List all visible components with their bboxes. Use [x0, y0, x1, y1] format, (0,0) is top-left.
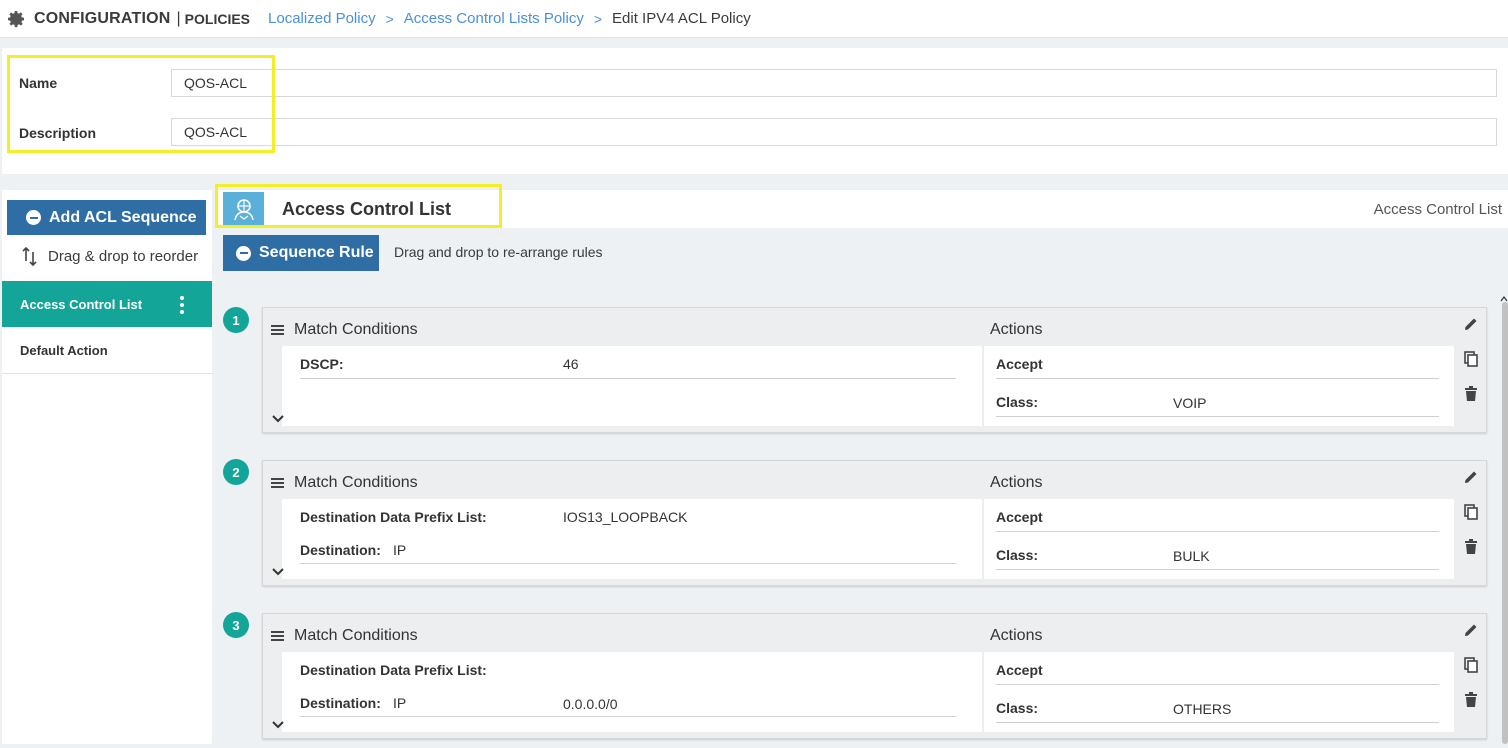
pencil-icon[interactable] — [1462, 315, 1480, 333]
copy-icon[interactable] — [1462, 656, 1480, 674]
actions-title: Actions — [990, 474, 1043, 491]
sidebar-item-label: Access Control List — [20, 296, 143, 312]
breadcrumb-localized-policy[interactable]: Localized Policy — [268, 10, 376, 27]
gear-icon — [6, 9, 26, 29]
sidebar-item-label: Default Action — [20, 343, 108, 358]
condition-type: IP — [393, 542, 407, 558]
rule-card[interactable]: Match Conditions Actions Destination Dat… — [262, 613, 1487, 739]
actions-title: Actions — [990, 321, 1043, 338]
match-conditions-area: Destination Data Prefix List: IOS13_LOOP… — [282, 499, 982, 579]
top-header: CONFIGURATION | POLICIES Localized Polic… — [0, 0, 1508, 38]
description-input[interactable]: QOS-ACL — [171, 118, 1497, 146]
brand-separator: | — [176, 9, 181, 27]
condition-type: IP — [393, 695, 407, 711]
class-label: Class: — [996, 394, 1039, 410]
actions-area: Accept Class: VOIP — [984, 346, 1454, 426]
condition-label: Destination Data Prefix List: — [300, 509, 487, 525]
breadcrumb-arrow: > — [593, 10, 603, 27]
rule-card[interactable]: Match Conditions Actions DSCP: 46 Accept… — [262, 307, 1487, 433]
rearrange-hint: Drag and drop to re-arrange rules — [394, 244, 603, 260]
condition-label: Destination: — [300, 695, 381, 711]
divider — [300, 563, 956, 564]
rule-number-badge: 3 — [223, 612, 249, 638]
chevron-down-icon[interactable] — [271, 414, 285, 424]
action-value: Accept — [996, 662, 1043, 678]
divider — [996, 684, 1439, 685]
acl-right-title: Access Control List — [1373, 201, 1502, 218]
rule-number-badge: 1 — [223, 307, 249, 333]
pencil-icon[interactable] — [1462, 468, 1480, 486]
divider — [996, 416, 1439, 417]
drag-handle-icon[interactable] — [271, 631, 284, 641]
sequence-rule-label: Sequence Rule — [259, 244, 374, 261]
actions-area: Accept Class: OTHERS — [984, 652, 1454, 732]
match-conditions-title: Match Conditions — [294, 321, 418, 338]
class-value: VOIP — [1173, 395, 1207, 411]
breadcrumb-acl-policy[interactable]: Access Control Lists Policy — [404, 10, 584, 27]
sidebar — [2, 190, 212, 744]
class-value: OTHERS — [1173, 701, 1232, 717]
highlight-box — [7, 55, 275, 153]
scrollbar-thumb[interactable] — [1502, 302, 1508, 744]
chevron-down-icon[interactable] — [271, 720, 285, 730]
class-label: Class: — [996, 700, 1039, 716]
copy-icon[interactable] — [1462, 503, 1480, 521]
divider — [996, 722, 1439, 723]
add-circle-icon — [26, 210, 41, 225]
condition-label: Destination: — [300, 542, 381, 558]
match-conditions-area: Destination Data Prefix List: Destinatio… — [282, 652, 982, 732]
divider — [996, 378, 1439, 379]
sequence-rule-button[interactable]: Sequence Rule — [223, 235, 379, 271]
condition-value: 0.0.0.0/0 — [563, 696, 618, 712]
condition-value: IOS13_LOOPBACK — [563, 509, 688, 525]
class-value: BULK — [1173, 548, 1210, 564]
name-input[interactable]: QOS-ACL — [171, 69, 1497, 97]
divider — [996, 531, 1439, 532]
trash-icon[interactable] — [1462, 538, 1480, 556]
copy-icon[interactable] — [1462, 350, 1480, 368]
drag-reorder-label: Drag & drop to reorder — [48, 247, 199, 265]
condition-label: DSCP: — [300, 356, 344, 372]
breadcrumb-current: Edit IPV4 ACL Policy — [612, 10, 751, 27]
sidebar-item-default-action[interactable]: Default Action — [2, 328, 212, 374]
brand-title: CONFIGURATION — [34, 9, 171, 27]
rule-number-badge: 2 — [223, 459, 249, 485]
divider — [300, 716, 956, 717]
action-value: Accept — [996, 356, 1043, 372]
trash-icon[interactable] — [1462, 385, 1480, 403]
action-value: Accept — [996, 509, 1043, 525]
actions-area: Accept Class: BULK — [984, 499, 1454, 579]
breadcrumb-arrow: > — [385, 10, 394, 27]
match-conditions-title: Match Conditions — [294, 627, 418, 644]
chevron-down-icon[interactable] — [271, 567, 285, 577]
kebab-menu-icon[interactable] — [180, 296, 184, 314]
add-acl-sequence-label: Add ACL Sequence — [49, 208, 197, 226]
highlight-box — [215, 184, 502, 228]
drag-reorder-hint: Drag & drop to reorder — [21, 246, 198, 266]
sidebar-item-access-control-list[interactable]: Access Control List — [2, 281, 212, 327]
trash-icon[interactable] — [1462, 691, 1480, 709]
add-acl-sequence-button[interactable]: Add ACL Sequence — [7, 200, 206, 235]
actions-title: Actions — [990, 627, 1043, 644]
divider — [996, 569, 1439, 570]
divider — [300, 378, 956, 379]
pencil-icon[interactable] — [1462, 621, 1480, 639]
add-circle-icon — [236, 245, 251, 261]
section-title: POLICIES — [184, 10, 251, 27]
drag-handle-icon[interactable] — [271, 325, 284, 335]
class-label: Class: — [996, 547, 1039, 563]
reorder-arrows-icon — [22, 246, 37, 266]
drag-handle-icon[interactable] — [271, 478, 284, 488]
condition-label: Destination Data Prefix List: — [300, 662, 487, 678]
condition-value: 46 — [563, 356, 579, 372]
match-conditions-title: Match Conditions — [294, 474, 418, 491]
match-conditions-area: DSCP: 46 — [282, 346, 982, 426]
rule-card[interactable]: Match Conditions Actions Destination Dat… — [262, 460, 1487, 586]
